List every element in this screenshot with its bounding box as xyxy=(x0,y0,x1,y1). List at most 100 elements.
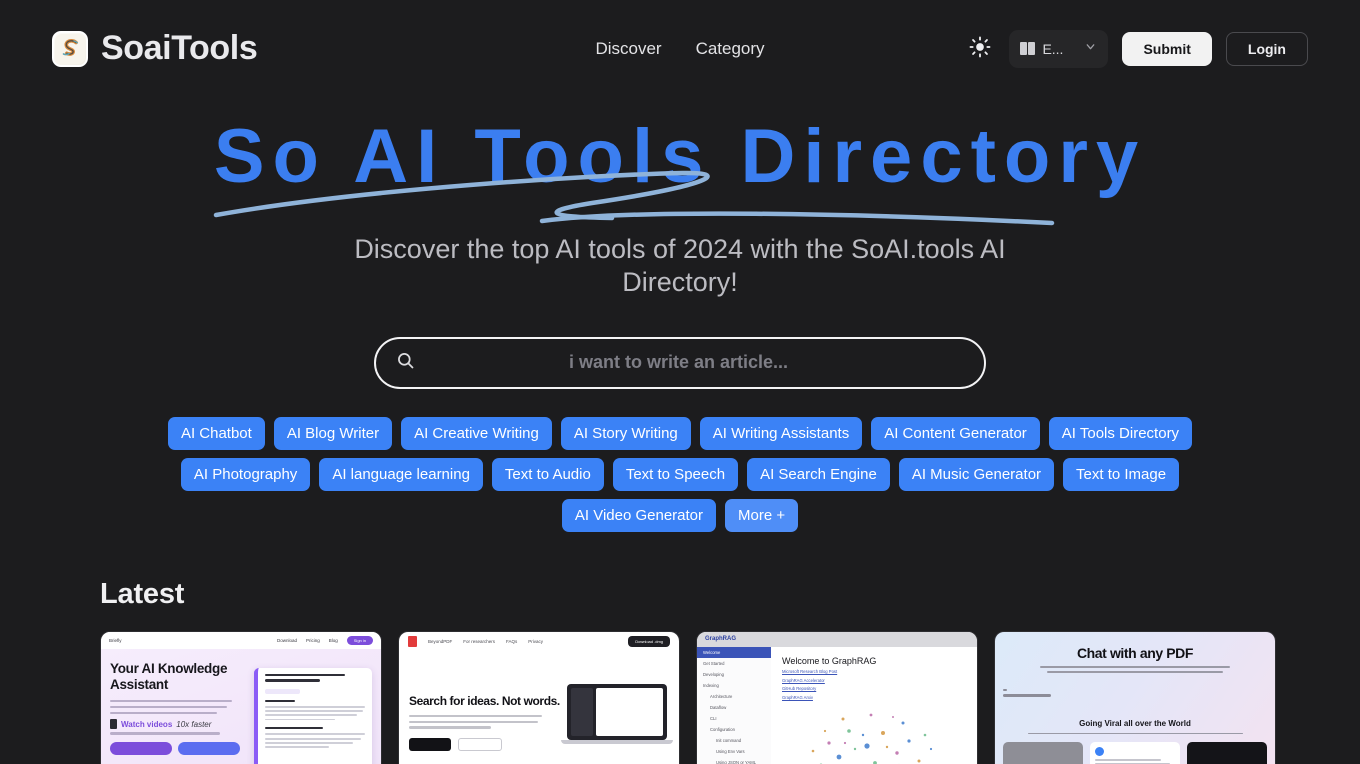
sidebar-item-cli: CLI xyxy=(710,715,717,721)
soaitools-logo-icon xyxy=(52,30,88,67)
tag-ai-story-writing[interactable]: AI Story Writing xyxy=(560,416,691,450)
thumb-body-lines xyxy=(1040,665,1230,674)
tag-ai-video-generator[interactable]: AI Video Generator xyxy=(561,498,717,532)
thumb-link-accelerator: GraphRAG Accelerator xyxy=(782,677,825,683)
tag-text-to-speech[interactable]: Text to Speech xyxy=(612,457,739,491)
hero-section: So AI Tools Directory Discover the top A… xyxy=(0,97,1360,532)
thumb-nav-download: Download xyxy=(276,637,297,643)
thumb-tail-lines xyxy=(110,732,232,735)
sidebar-item-get-started: Get Started xyxy=(703,660,725,666)
thumb-section-sub-lines xyxy=(1027,732,1243,735)
section-title-latest: Latest xyxy=(100,577,185,610)
thumb-brand: Briefly xyxy=(109,637,122,643)
sidebar-item-configuration: Configuration xyxy=(710,726,735,732)
latest-section: Latest Briefly Download Pricing Blog Sig… xyxy=(0,578,1360,764)
thumb-highlight-italic: 10x faster xyxy=(176,719,212,729)
thumb-nav-researchers: For researchers xyxy=(463,639,496,645)
submit-button[interactable]: Submit xyxy=(1122,31,1212,66)
nav-item-discover[interactable]: Discover xyxy=(595,39,661,59)
laptop-mockup-icon xyxy=(561,683,673,746)
thumb-brand: BeyondPDF xyxy=(428,639,453,645)
tag-ai-creative-writing[interactable]: AI Creative Writing xyxy=(401,416,552,450)
hero-title-wrapper: So AI Tools Directory xyxy=(213,114,1147,226)
thumb-main: Welcome to GraphRAG Microsoft Research B… xyxy=(771,647,977,764)
thumb-headline: Your AI Knowledge Assistant xyxy=(110,660,228,692)
tag-ai-content-generator[interactable]: AI Content Generator xyxy=(871,416,1040,450)
brand-logo[interactable]: SoaiTools xyxy=(52,29,258,68)
flag-placeholder-icon xyxy=(1020,42,1036,55)
brand-name: SoaiTools xyxy=(101,29,258,67)
tag-ai-writing-assistants[interactable]: AI Writing Assistants xyxy=(699,416,863,450)
thumb-link-blog: Microsoft Research Blog Post xyxy=(782,669,838,675)
language-label: E... xyxy=(1042,40,1064,57)
tag-ai-music-generator[interactable]: AI Music Generator xyxy=(898,457,1055,491)
tag-ai-search-engine[interactable]: AI Search Engine xyxy=(747,457,890,491)
thumb-cta-chrome xyxy=(110,741,172,755)
sidebar-item-dataflow: Dataflow xyxy=(710,704,727,710)
sidebar-item-indexing: Indexing xyxy=(703,682,719,688)
avatar xyxy=(1095,746,1104,756)
sidebar-item-json-yaml: Using JSON or YAML xyxy=(716,759,757,764)
app-store-badge-icon xyxy=(409,737,451,751)
sidebar-item-architecture: Architecture xyxy=(710,693,733,699)
tag-text-to-image[interactable]: Text to Image xyxy=(1063,457,1180,491)
hero-subtitle: Discover the top AI tools of 2024 with t… xyxy=(354,234,1006,297)
thumb-download-button: Download .dmg xyxy=(628,636,670,648)
network-graph-icon xyxy=(811,713,933,764)
tag-ai-blog-writer[interactable]: AI Blog Writer xyxy=(273,416,393,450)
tool-card-briefly[interactable]: Briefly Download Pricing Blog Sign in Yo… xyxy=(100,630,382,764)
sidebar-item-init-command: Init command xyxy=(716,737,742,743)
sidebar-item-env-vars: Using Env Vars xyxy=(716,748,745,754)
tool-thumbnail-graphrag: GraphRAG Welcome Get Started Developing … xyxy=(697,631,977,764)
tag-ai-language-learning[interactable]: AI language learning xyxy=(319,457,483,491)
sidebar-item-welcome: Welcome xyxy=(697,646,771,658)
page-title: So AI Tools Directory xyxy=(213,114,1147,199)
tag-text-to-audio[interactable]: Text to Audio xyxy=(491,457,604,491)
thumb-topbar: BeyondPDF For researchers FAQs Privacy D… xyxy=(399,632,679,652)
thumb-body-lines xyxy=(110,699,232,715)
chevron-down-icon xyxy=(1084,40,1097,58)
sun-icon xyxy=(969,36,991,61)
theme-toggle-button[interactable] xyxy=(965,34,995,64)
tool-card-graphrag[interactable]: GraphRAG Welcome Get Started Developing … xyxy=(696,630,978,764)
language-selector[interactable]: E... xyxy=(1009,29,1109,68)
tag-ai-chatbot[interactable]: AI Chatbot xyxy=(167,416,265,450)
thumb-nav-pricing: Pricing xyxy=(305,637,320,643)
site-header: SoaiTools Discover Category E... Submit … xyxy=(0,0,1360,97)
thumb-highlight: Watch videos xyxy=(121,719,173,729)
nav-item-category[interactable]: Category xyxy=(696,39,765,59)
testimonial-tiktok-card xyxy=(1187,741,1267,764)
thumb-sidebar: Welcome Get Started Developing Indexing … xyxy=(697,646,771,764)
main-nav: Discover Category xyxy=(595,39,764,59)
tag-ai-photography[interactable]: AI Photography xyxy=(180,457,311,491)
tag-more-button[interactable]: More + xyxy=(725,498,799,532)
tool-card-chatpdf[interactable]: Chat with any PDF Going Viral all over t… xyxy=(994,630,1276,764)
tool-thumbnail-chatpdf: Chat with any PDF Going Viral all over t… xyxy=(995,631,1275,764)
search-bar[interactable] xyxy=(374,336,986,389)
thumb-brand: GraphRAG xyxy=(697,631,977,647)
pdf-mark-icon xyxy=(408,636,417,648)
thumb-nav-blog: Blog xyxy=(328,637,338,643)
thumb-signin-pill: Sign in xyxy=(346,635,373,645)
search-icon xyxy=(396,351,415,375)
search-input[interactable] xyxy=(393,352,964,374)
thumb-topbar: Briefly Download Pricing Blog Sign in xyxy=(101,631,381,649)
thumb-preview-panel xyxy=(254,667,372,764)
thumb-nav-faqs: FAQs xyxy=(506,639,518,645)
thumb-testimonial-row xyxy=(1003,741,1267,764)
header-actions: E... Submit Login xyxy=(965,29,1308,68)
video-bars-icon xyxy=(110,719,117,730)
tag-list: AI Chatbot AI Blog Writer AI Creative Wr… xyxy=(100,416,1260,532)
thumb-headline: Welcome to GraphRAG xyxy=(782,655,877,666)
tool-thumbnail-briefly: Briefly Download Pricing Blog Sign in Yo… xyxy=(101,631,381,764)
thumb-drop-zone xyxy=(1003,689,1275,697)
tool-thumbnail-beyondpdf: BeyondPDF For researchers FAQs Privacy D… xyxy=(399,631,679,764)
download-dmg-badge xyxy=(458,737,502,751)
testimonial-tweet-card xyxy=(1090,741,1180,764)
card-grid: Briefly Download Pricing Blog Sign in Yo… xyxy=(100,630,1276,764)
thumb-body-lines xyxy=(409,714,542,729)
tool-card-beyondpdf[interactable]: BeyondPDF For researchers FAQs Privacy D… xyxy=(398,630,680,764)
login-button[interactable]: Login xyxy=(1225,31,1308,66)
tag-ai-tools-directory[interactable]: AI Tools Directory xyxy=(1048,416,1193,450)
sidebar-item-developing: Developing xyxy=(703,671,724,677)
